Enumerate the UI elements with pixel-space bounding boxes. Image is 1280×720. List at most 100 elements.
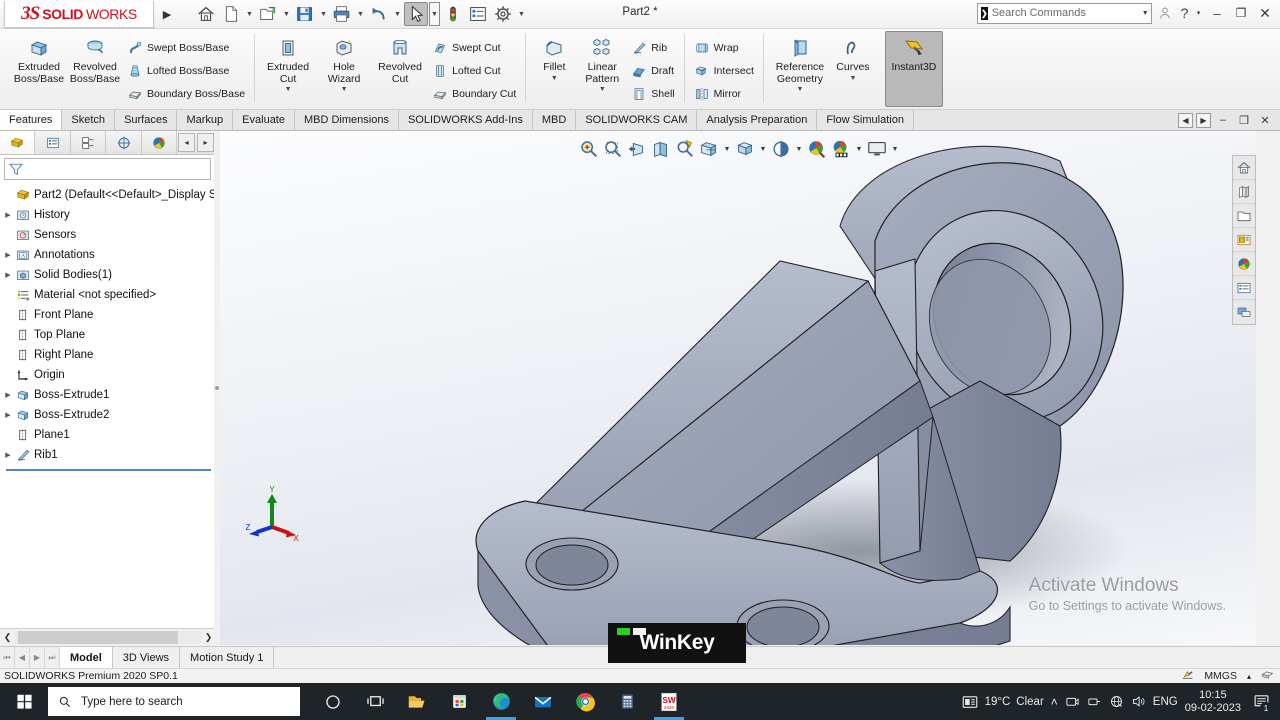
tree-root-part[interactable]: Part2 (Default<<Default>_Display Sta: [2, 185, 215, 205]
tree-item-boss-extrude1[interactable]: ▶ Boss-Extrude1: [2, 385, 215, 405]
taskbar-search-box[interactable]: Type here to search: [48, 687, 300, 716]
save-button[interactable]: [293, 2, 317, 26]
history-twisty[interactable]: ▶: [2, 211, 14, 219]
tab-property-manager[interactable]: [35, 131, 71, 154]
tab-solidworks-cam[interactable]: SOLIDWORKS CAM: [576, 110, 698, 130]
linear-pattern-caret[interactable]: ▼: [599, 86, 606, 95]
rebuild-button[interactable]: [441, 2, 465, 26]
save-caret[interactable]: ▼: [318, 2, 329, 26]
extruded-cut-caret[interactable]: ▼: [285, 86, 292, 95]
fillet-caret[interactable]: ▼: [551, 75, 558, 84]
extruded-cut-button[interactable]: Extruded Cut ▼: [260, 31, 316, 105]
search-caret[interactable]: ▼: [1142, 10, 1149, 17]
taskbar-clock[interactable]: 10:15 09-02-2023: [1185, 689, 1241, 715]
options-button[interactable]: [491, 2, 515, 26]
draft-button[interactable]: Draft: [627, 60, 678, 81]
linear-pattern-button[interactable]: Linear Pattern ▼: [577, 31, 627, 105]
tree-item-origin[interactable]: Origin: [2, 365, 215, 385]
volume-icon[interactable]: [1131, 694, 1146, 709]
taskbar-file-explorer-button[interactable]: [396, 683, 438, 720]
task-pane-home-button[interactable]: [1233, 156, 1255, 180]
lofted-boss-base-button[interactable]: Lofted Boss/Base: [123, 60, 249, 81]
task-pane-appearance-sphere-button[interactable]: [1233, 252, 1255, 276]
tab-analysis-preparation[interactable]: Analysis Preparation: [697, 110, 818, 130]
graphics-viewport[interactable]: ▼ ▼ ▼ ▼ ▼ Y X Z Activate Windows Go to S…: [220, 131, 1256, 645]
taskbar-microsoft-edge-button[interactable]: [480, 683, 522, 720]
notification-center-button[interactable]: 1: [1248, 683, 1274, 720]
boss-extrude1-twisty[interactable]: ▶: [2, 391, 14, 399]
feature-tree-filter[interactable]: [4, 158, 211, 180]
bracket-3d-model[interactable]: [220, 131, 1256, 645]
tab-flow-simulation[interactable]: Flow Simulation: [817, 110, 914, 130]
solidworks-logo[interactable]: 3S SOLID WORKS: [4, 0, 154, 28]
doc-prev-button[interactable]: ◀: [1178, 112, 1193, 128]
open-caret[interactable]: ▼: [281, 2, 292, 26]
tab-dimxpert-manager[interactable]: [106, 131, 142, 154]
tab-nav-prev[interactable]: ◀: [15, 647, 30, 668]
tree-item-boss-extrude2[interactable]: ▶ Boss-Extrude2: [2, 405, 215, 425]
tab-solidworks-add-ins[interactable]: SOLIDWORKS Add-Ins: [398, 110, 533, 130]
extruded-boss-base-button[interactable]: Extruded Boss/Base: [11, 31, 67, 105]
taskbar-mail-button[interactable]: [522, 683, 564, 720]
lofted-cut-button[interactable]: Lofted Cut: [428, 60, 520, 81]
help-caret[interactable]: ▾: [1193, 2, 1204, 24]
mirror-button[interactable]: Mirror: [690, 83, 758, 104]
tab-nav-last[interactable]: ⏭: [45, 647, 60, 668]
bottom-tab-model[interactable]: Model: [60, 647, 113, 668]
tree-item-sensors[interactable]: Sensors: [2, 225, 215, 245]
intersect-button[interactable]: Intersect: [690, 60, 758, 81]
bottom-tab-3d-views[interactable]: 3D Views: [112, 647, 181, 668]
task-pane-folder-button[interactable]: [1233, 204, 1255, 228]
hscroll-thumb[interactable]: [18, 630, 178, 644]
select-tool-button[interactable]: [404, 2, 428, 26]
tree-item-plane1[interactable]: Plane1: [2, 425, 215, 445]
feature-tree-horizontal-scrollbar[interactable]: ❮ ❯: [0, 628, 216, 645]
restore-button[interactable]: ❐: [1230, 2, 1252, 24]
wrap-button[interactable]: Wrap: [690, 37, 758, 58]
shell-button[interactable]: Shell: [627, 83, 678, 104]
new-document-caret[interactable]: ▼: [244, 2, 255, 26]
edit-part-icon[interactable]: [1181, 668, 1194, 684]
reference-geometry-button[interactable]: Reference Geometry ▼: [769, 31, 831, 105]
print-caret[interactable]: ▼: [355, 2, 366, 26]
task-pane-appearances-button[interactable]: [1233, 180, 1255, 204]
task-pane-view-palette-button[interactable]: [1233, 300, 1255, 324]
tree-item-rib1[interactable]: ▶ Rib1: [2, 445, 215, 465]
home-button[interactable]: [194, 2, 218, 26]
reference-geometry-caret[interactable]: ▼: [796, 86, 803, 95]
hole-wizard-button[interactable]: Hole Wizard ▼: [316, 31, 372, 105]
close-button[interactable]: ✕: [1254, 2, 1276, 24]
instant3d-button[interactable]: Instant3D: [884, 31, 943, 107]
curves-button[interactable]: Curves ▼: [831, 31, 875, 105]
tree-item-top-plane[interactable]: Top Plane: [2, 325, 215, 345]
taskbar-cortana-button[interactable]: [312, 683, 354, 720]
taskbar-task-view-button[interactable]: [354, 683, 396, 720]
status-units-caret[interactable]: ▴: [1247, 672, 1251, 681]
file-properties-button[interactable]: [466, 2, 490, 26]
help-button[interactable]: ?: [1178, 2, 1191, 24]
hscroll-track[interactable]: [15, 630, 201, 644]
new-document-button[interactable]: [219, 2, 243, 26]
print-button[interactable]: [330, 2, 354, 26]
taskbar-solidworks-button[interactable]: SW 2020: [648, 683, 690, 720]
taskbar-chrome-button[interactable]: [564, 683, 606, 720]
swept-cut-button[interactable]: Swept Cut: [428, 37, 520, 58]
boundary-cut-button[interactable]: Boundary Cut: [428, 83, 520, 104]
tab-sketch[interactable]: Sketch: [62, 110, 116, 130]
tree-tab-next[interactable]: ▸: [197, 133, 214, 152]
swept-boss-base-button[interactable]: Swept Boss/Base: [123, 37, 249, 58]
tree-item-annotations[interactable]: ▶ A Annotations: [2, 245, 215, 265]
start-button[interactable]: [0, 683, 48, 720]
doc-restore-button[interactable]: ❐: [1235, 111, 1253, 129]
taskbar-microsoft-store-button[interactable]: [438, 683, 480, 720]
hscroll-left-arrow[interactable]: ❮: [0, 630, 15, 645]
options-caret[interactable]: ▼: [516, 2, 527, 26]
tab-display-manager[interactable]: [142, 131, 178, 154]
revolved-boss-base-button[interactable]: Revolved Boss/Base: [67, 31, 123, 105]
menu-expand-arrow[interactable]: ▶: [158, 4, 176, 24]
bottom-tab-motion-study[interactable]: Motion Study 1: [180, 647, 275, 668]
tree-tab-prev[interactable]: ◂: [178, 133, 196, 152]
tab-evaluate[interactable]: Evaluate: [233, 110, 295, 130]
doc-close-button[interactable]: ✕: [1256, 111, 1274, 129]
revolved-cut-button[interactable]: Revolved Cut: [372, 31, 428, 105]
